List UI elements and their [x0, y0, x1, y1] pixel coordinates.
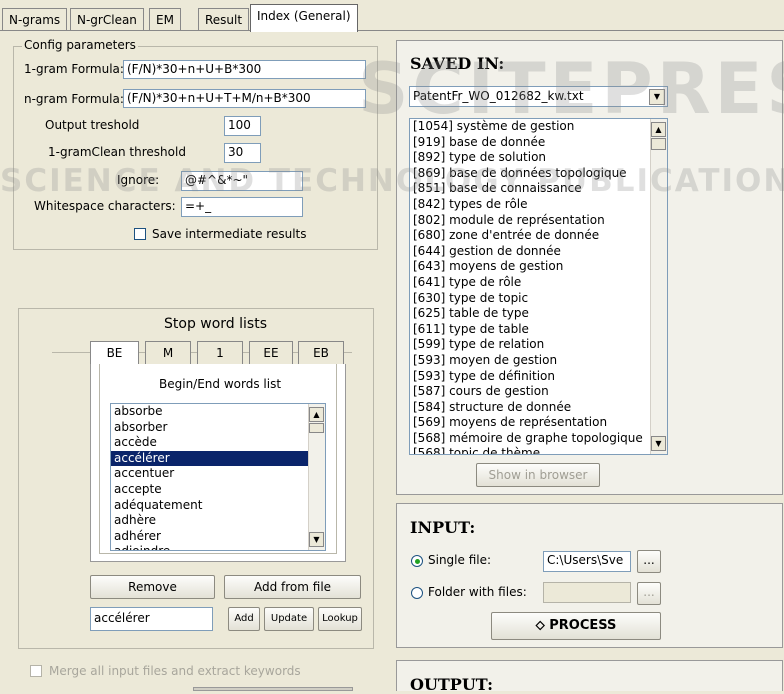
- saved-list-item[interactable]: [919] base de donnée: [410, 135, 667, 151]
- saved-list-items: [1054] système de gestion [919] base de d…: [410, 119, 667, 454]
- stopword-input[interactable]: accélérer: [90, 607, 213, 631]
- saved-list-item[interactable]: [611] type de table: [410, 322, 667, 338]
- update-button[interactable]: Update: [264, 607, 314, 631]
- single-file-label: Single file:: [428, 553, 492, 567]
- saved-list-item[interactable]: [569] moyens de représentation: [410, 415, 667, 431]
- list-item[interactable]: adhère: [111, 513, 325, 529]
- saved-list-item[interactable]: [587] cours de gestion: [410, 384, 667, 400]
- clean-threshold-input[interactable]: 30: [224, 143, 261, 163]
- list-item-selected[interactable]: accélérer: [111, 450, 325, 467]
- folder-input[interactable]: [543, 582, 631, 603]
- ignore-label: Ignore:: [117, 173, 160, 187]
- saved-list-item[interactable]: [869] base de données topologique: [410, 166, 667, 182]
- clean-threshold-label: 1-gramClean threshold: [48, 145, 186, 159]
- ngram-label: n-gram Formula:: [24, 92, 124, 106]
- whitespace-input[interactable]: =+_: [181, 197, 303, 217]
- tab-ngrams[interactable]: N-grams: [2, 8, 68, 31]
- tab-ngrclean[interactable]: N-grClean: [70, 8, 144, 31]
- single-file-input[interactable]: C:\Users\Sve: [543, 551, 631, 572]
- list-item[interactable]: adéquatement: [111, 498, 325, 514]
- stopwords-scrollbar[interactable]: ▲ ▼: [308, 404, 325, 550]
- scroll-thumb[interactable]: [651, 138, 666, 150]
- saved-list-item[interactable]: [1054] système de gestion: [410, 119, 667, 135]
- remove-button[interactable]: Remove: [90, 575, 215, 599]
- list-item[interactable]: adjoindre: [111, 544, 325, 550]
- saved-list-item[interactable]: [802] module de représentation: [410, 213, 667, 229]
- saved-list-item[interactable]: [599] type de relation: [410, 337, 667, 353]
- list-item[interactable]: adhérer: [111, 529, 325, 545]
- subtab-ee[interactable]: EE: [249, 341, 293, 364]
- saved-list-item[interactable]: [644] gestion de donnée: [410, 244, 667, 260]
- scroll-up-icon[interactable]: ▲: [651, 122, 666, 137]
- saved-list-item[interactable]: [641] type de rôle: [410, 275, 667, 291]
- process-label: PROCESS: [549, 618, 617, 633]
- saved-list-item[interactable]: [892] type de solution: [410, 150, 667, 166]
- tab-index-general[interactable]: Index (General): [250, 4, 358, 32]
- show-in-browser-button[interactable]: Show in browser: [476, 463, 600, 487]
- chevron-down-icon[interactable]: ▼: [649, 89, 665, 105]
- ngram-formula-input[interactable]: (F/N)*30+n+U+T+M/n+B*300: [123, 89, 366, 108]
- subtab-eb[interactable]: EB: [298, 341, 344, 364]
- browse-folder-button[interactable]: ...: [637, 582, 661, 605]
- browse-file-button[interactable]: ...: [637, 550, 661, 573]
- saved-list-item[interactable]: [643] moyens de gestion: [410, 259, 667, 275]
- output-threshold-label: Output treshold: [45, 118, 140, 132]
- save-intermediate-label: Save intermediate results: [152, 227, 307, 241]
- scroll-thumb[interactable]: [309, 423, 324, 433]
- saved-keyword-listbox[interactable]: [1054] système de gestion [919] base de d…: [409, 118, 668, 455]
- subtab-1[interactable]: 1: [197, 341, 243, 364]
- saved-list-item[interactable]: [593] moyen de gestion: [410, 353, 667, 369]
- ignore-input[interactable]: @#^&*~": [181, 171, 303, 191]
- begin-end-title: Begin/End words list: [159, 377, 282, 391]
- scroll-down-icon[interactable]: ▼: [309, 532, 324, 547]
- saved-list-item[interactable]: [680] zone d'entrée de donnée: [410, 228, 667, 244]
- config-title: Config parameters: [22, 38, 138, 52]
- merge-label: Merge all input files and extract keywor…: [49, 664, 301, 678]
- saved-list-item[interactable]: [568] topic de thème: [410, 446, 667, 454]
- unigram-label: 1-gram Formula:: [24, 62, 124, 76]
- whitespace-label: Whitespace characters:: [34, 199, 176, 213]
- list-item[interactable]: absorbe: [111, 404, 325, 420]
- list-item[interactable]: absorber: [111, 420, 325, 436]
- list-item[interactable]: accentuer: [111, 466, 325, 482]
- tab-em[interactable]: EM: [149, 8, 181, 31]
- output-threshold-input[interactable]: 100: [224, 116, 261, 136]
- tab-result[interactable]: Result: [198, 8, 250, 31]
- subtab-m[interactable]: M: [145, 341, 191, 364]
- scroll-up-icon[interactable]: ▲: [309, 407, 324, 422]
- folder-label: Folder with files:: [428, 585, 527, 599]
- stopwords-tab-strip: BE M 1 EE EB: [90, 341, 352, 366]
- scroll-down-icon[interactable]: ▼: [651, 436, 666, 451]
- main-tab-strip: N-grams N-grClean EM Result Index (Gener…: [0, 0, 784, 32]
- saved-list-item[interactable]: [851] base de connaissance: [410, 181, 667, 197]
- saved-list-item[interactable]: [625] table de type: [410, 306, 667, 322]
- add-from-file-button[interactable]: Add from file: [224, 575, 361, 599]
- process-button[interactable]: ⬦ PROCESS: [491, 612, 661, 640]
- subtab-be[interactable]: BE: [90, 341, 139, 366]
- folder-radio[interactable]: [411, 587, 423, 599]
- tab-divider: [0, 30, 784, 31]
- saved-list-item[interactable]: [584] structure de donnée: [410, 400, 667, 416]
- output-title: OUTPUT:: [410, 675, 494, 694]
- saved-list-item[interactable]: [593] type de définition: [410, 369, 667, 385]
- saved-file-select[interactable]: PatentFr_WO_012682_kw.txt: [409, 86, 668, 107]
- add-button[interactable]: Add: [228, 607, 260, 631]
- saved-scrollbar[interactable]: ▲ ▼: [650, 119, 667, 454]
- single-file-radio[interactable]: [411, 555, 423, 567]
- list-item[interactable]: accède: [111, 435, 325, 451]
- stopwords-listbox[interactable]: absorbe absorber accède accélérer accent…: [110, 403, 326, 551]
- input-title: INPUT:: [410, 518, 476, 537]
- unigram-formula-input[interactable]: (F/N)*30+n+U+B*300: [123, 60, 366, 79]
- save-intermediate-checkbox[interactable]: [134, 228, 146, 240]
- lookup-button[interactable]: Lookup: [318, 607, 362, 631]
- list-item[interactable]: accepte: [111, 482, 325, 498]
- partial-button-bottom: [193, 687, 353, 691]
- saved-title: SAVED IN:: [410, 54, 505, 73]
- saved-list-item[interactable]: [842] types de rôle: [410, 197, 667, 213]
- merge-checkbox[interactable]: [30, 665, 42, 677]
- stopwords-title: Stop word lists: [164, 316, 267, 332]
- saved-list-item[interactable]: [630] type de topic: [410, 291, 667, 307]
- saved-list-item[interactable]: [568] mémoire de graphe topologique: [410, 431, 667, 447]
- process-icon: ⬦: [535, 618, 550, 633]
